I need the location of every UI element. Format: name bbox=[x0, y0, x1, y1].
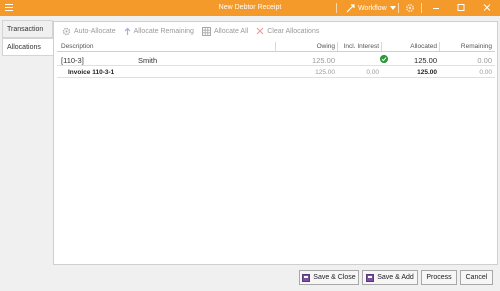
table-row-debtor[interactable]: [110-3] Smith 125.00 125.00 0.00 bbox=[57, 53, 495, 66]
allocations-panel: Auto-Allocate Allocate Remaining Allocat… bbox=[53, 21, 498, 265]
debtor-code: [110-3] bbox=[61, 56, 84, 65]
save-add-button[interactable]: Save & Add bbox=[362, 270, 418, 285]
header-remaining[interactable]: Remaining bbox=[461, 43, 492, 50]
close-icon[interactable] bbox=[481, 3, 493, 13]
debtor-name: Smith bbox=[138, 56, 158, 65]
window-title: New Debtor Receipt bbox=[218, 4, 282, 11]
grid-icon bbox=[201, 26, 211, 36]
dialog-footer: Save & Close Save & Add Process Cancel bbox=[0, 265, 500, 291]
side-tabs: Transaction Allocations bbox=[0, 16, 55, 266]
allocate-all-button[interactable]: Allocate All bbox=[201, 22, 249, 40]
invoice-remaining: 0.00 bbox=[479, 69, 492, 76]
title-separator bbox=[336, 3, 337, 13]
gear-icon[interactable] bbox=[405, 3, 415, 13]
auto-allocate-button[interactable]: Auto-Allocate bbox=[62, 22, 116, 40]
auto-allocate-label: Auto-Allocate bbox=[74, 27, 116, 35]
table-row-invoice[interactable]: Invoice 110-3-1 125.00 0.00 125.00 0.00 bbox=[57, 66, 495, 78]
title-separator bbox=[398, 3, 399, 13]
debtor-allocated: 125.00 bbox=[414, 56, 437, 65]
clear-x-icon bbox=[256, 27, 264, 35]
header-allocated[interactable]: Allocated bbox=[410, 43, 437, 50]
header-incl-interest[interactable]: Incl. Interest bbox=[344, 43, 379, 50]
column-separator[interactable] bbox=[381, 42, 382, 51]
process-label: Process bbox=[426, 274, 452, 281]
workflow-label: Workflow bbox=[358, 4, 387, 12]
save-icon bbox=[366, 273, 375, 282]
allocation-toolbar: Auto-Allocate Allocate Remaining Allocat… bbox=[54, 22, 497, 40]
title-separator bbox=[421, 3, 422, 13]
workflow-icon bbox=[346, 3, 355, 12]
clear-allocations-button[interactable]: Clear Allocations bbox=[256, 22, 319, 40]
arrow-up-icon bbox=[124, 27, 131, 35]
minimize-icon[interactable] bbox=[430, 3, 442, 13]
check-circle-icon bbox=[380, 55, 388, 63]
column-separator[interactable] bbox=[337, 42, 338, 51]
allocate-remaining-button[interactable]: Allocate Remaining bbox=[124, 22, 194, 40]
grid-header: Description Owing Incl. Interest Allocat… bbox=[57, 41, 495, 52]
invoice-incl-interest: 0.00 bbox=[366, 69, 379, 76]
header-description[interactable]: Description bbox=[61, 43, 94, 50]
column-separator[interactable] bbox=[275, 42, 276, 51]
debtor-remaining: 0.00 bbox=[477, 56, 492, 65]
process-button[interactable]: Process bbox=[421, 270, 457, 285]
save-close-label: Save & Close bbox=[313, 274, 356, 281]
column-separator[interactable] bbox=[439, 42, 440, 51]
allocate-remaining-label: Allocate Remaining bbox=[133, 27, 194, 35]
cancel-label: Cancel bbox=[465, 274, 488, 281]
allocate-all-label: Allocate All bbox=[213, 27, 249, 35]
save-add-label: Save & Add bbox=[377, 274, 414, 281]
invoice-description: Invoice 110-3-1 bbox=[68, 69, 115, 76]
cancel-button[interactable]: Cancel bbox=[460, 270, 493, 285]
clear-allocations-label: Clear Allocations bbox=[267, 27, 320, 35]
tab-transaction[interactable]: Transaction bbox=[2, 20, 53, 38]
debtor-owing: 125.00 bbox=[312, 56, 335, 65]
maximize-icon[interactable] bbox=[455, 3, 467, 13]
chevron-down-icon bbox=[389, 6, 396, 10]
cog-icon bbox=[62, 27, 71, 35]
invoice-owing: 125.00 bbox=[315, 69, 335, 76]
tab-allocations[interactable]: Allocations bbox=[2, 38, 55, 56]
save-icon bbox=[302, 273, 311, 282]
invoice-allocated[interactable]: 125.00 bbox=[417, 69, 437, 76]
save-close-button[interactable]: Save & Close bbox=[299, 270, 359, 285]
header-owing[interactable]: Owing bbox=[317, 43, 335, 50]
title-bar: New Debtor Receipt Workflow bbox=[0, 0, 500, 16]
workflow-menu-button[interactable]: Workflow bbox=[346, 3, 396, 13]
